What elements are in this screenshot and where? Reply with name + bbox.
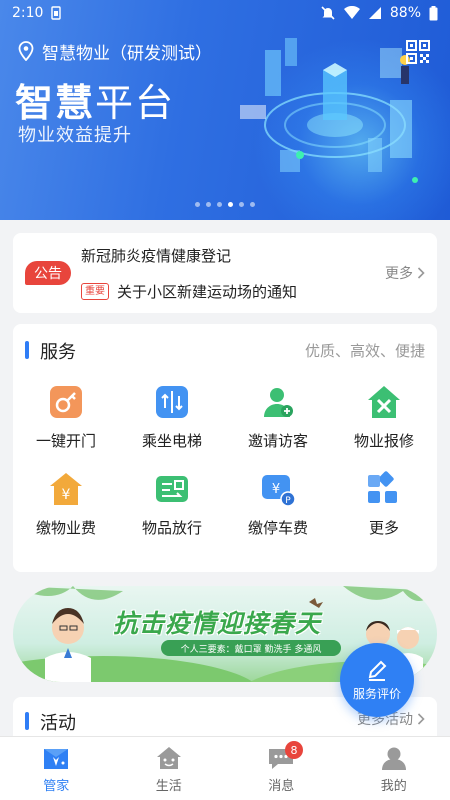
svg-text:¥: ¥ [272, 482, 280, 497]
important-badge: 重要 [81, 283, 109, 300]
door-key-icon [50, 386, 82, 418]
service-label: 邀请访客 [247, 432, 308, 450]
service-item-elevator[interactable]: 乘坐电梯 [119, 384, 225, 451]
battery-percent: 88% [389, 5, 421, 21]
hero-subtitle: 物业效益提升 [18, 125, 132, 146]
tab-label: 管家 [43, 779, 70, 794]
tab-messages[interactable]: 8 消息 [225, 737, 338, 800]
fab-label: 服务评价 [352, 686, 401, 701]
notice-more-label: 更多 [385, 266, 413, 282]
status-time: 2:10 [12, 5, 44, 21]
carousel-indicator [195, 202, 255, 207]
location-pin-icon [18, 41, 34, 61]
notice-item-text: 关于小区新建运动场的通知 [117, 283, 298, 301]
notice-item[interactable]: 新冠肺炎疫情健康登记 [81, 245, 231, 266]
battery-icon [429, 5, 438, 20]
service-evaluation-button[interactable]: 服务评价 [340, 643, 414, 717]
wifi-icon [343, 6, 360, 19]
service-label: 缴停车费 [247, 519, 308, 537]
profile-icon [381, 747, 406, 770]
service-label: 乘坐电梯 [141, 432, 202, 450]
promo-caption: 个人三要素：戴口罩 勤洗手 多通风 [161, 640, 341, 656]
notice-tag: 公告 [25, 261, 71, 285]
hero-title-light: 平台 [95, 81, 176, 125]
carousel-dot[interactable] [217, 202, 222, 207]
services-card: 服务 优质、高效、便捷 一键开门 乘坐电梯 邀请访客 物业报修 ¥ 缴物业费 物… [13, 324, 437, 572]
chevron-right-icon [417, 267, 425, 279]
community-selector[interactable]: 智慧物业（研发测试） [18, 38, 212, 64]
promo-title: 抗击疫情迎接春天 [113, 609, 322, 638]
service-label: 缴物业费 [35, 519, 96, 537]
qr-code-icon [406, 40, 430, 64]
services-header: 服务 优质、高效、便捷 [13, 338, 437, 363]
tab-life[interactable]: 生活 [113, 737, 226, 800]
tab-label: 生活 [155, 779, 182, 794]
tab-profile[interactable]: 我的 [338, 737, 450, 800]
butler-icon [44, 749, 69, 769]
service-item-goods-release[interactable]: 物品放行 [119, 471, 225, 538]
service-item-invite-visitor[interactable]: 邀请访客 [225, 384, 331, 451]
property-fee-icon: ¥ [50, 473, 82, 505]
service-item-property-fee[interactable]: ¥ 缴物业费 [13, 471, 119, 538]
bottom-tab-bar: 管家 生活 8 消息 我的 [0, 736, 450, 800]
service-item-more[interactable]: 更多 [331, 471, 437, 538]
notice-more-link[interactable]: 更多 [385, 263, 425, 283]
section-accent-bar [25, 341, 29, 359]
tab-label: 我的 [380, 779, 407, 794]
hero-banner[interactable]: 2:10 88% 智慧物业（研发测试） 智慧平台 物业效益提升 [0, 0, 450, 220]
tab-butler[interactable]: 管家 [0, 737, 113, 800]
services-title: 服务 [40, 342, 76, 363]
goods-release-icon [156, 476, 188, 502]
service-label: 物品放行 [141, 519, 202, 537]
section-accent-bar [25, 712, 29, 730]
services-grid: 一键开门 乘坐电梯 邀请访客 物业报修 ¥ 缴物业费 物品放行 ¥ P 缴停车费… [13, 384, 437, 538]
svg-text:P: P [285, 496, 291, 506]
qr-code-button[interactable] [406, 40, 430, 68]
more-grid-icon [368, 471, 397, 503]
carousel-dot[interactable] [195, 202, 200, 207]
service-label: 物业报修 [353, 432, 414, 450]
life-icon [156, 747, 181, 769]
service-item-repair[interactable]: 物业报修 [331, 384, 437, 451]
pencil-icon [368, 660, 387, 681]
elevator-icon [156, 386, 188, 418]
signal-icon [368, 7, 381, 19]
hero-title-bold: 智慧 [15, 81, 96, 125]
repair-icon [368, 386, 400, 418]
tab-label: 消息 [268, 779, 295, 794]
mute-bell-icon [321, 6, 335, 20]
parking-fee-icon: ¥ P [262, 475, 296, 507]
svg-text:¥: ¥ [62, 487, 71, 503]
service-item-parking-fee[interactable]: ¥ P 缴停车费 [225, 471, 331, 538]
status-bar: 2:10 88% [0, 0, 450, 26]
service-item-open-door[interactable]: 一键开门 [13, 384, 119, 451]
carousel-dot[interactable] [239, 202, 244, 207]
sim-card-icon [51, 6, 62, 20]
community-name: 智慧物业（研发测试） [42, 43, 212, 64]
service-label: 一键开门 [35, 432, 96, 450]
services-slogan: 优质、高效、便捷 [304, 342, 425, 360]
service-label: 更多 [368, 519, 399, 537]
hero-title: 智慧平台 [15, 72, 175, 127]
carousel-dot[interactable] [228, 202, 233, 207]
notice-item[interactable]: 重要 关于小区新建运动场的通知 [81, 281, 297, 302]
unread-count-badge: 8 [285, 741, 303, 759]
notice-card[interactable]: 公告 新冠肺炎疫情健康登记 重要 关于小区新建运动场的通知 更多 [13, 233, 437, 313]
chevron-right-icon [417, 713, 425, 725]
add-visitor-icon [264, 388, 293, 417]
carousel-dot[interactable] [206, 202, 211, 207]
activity-title: 活动 [40, 713, 76, 734]
carousel-dot[interactable] [250, 202, 255, 207]
